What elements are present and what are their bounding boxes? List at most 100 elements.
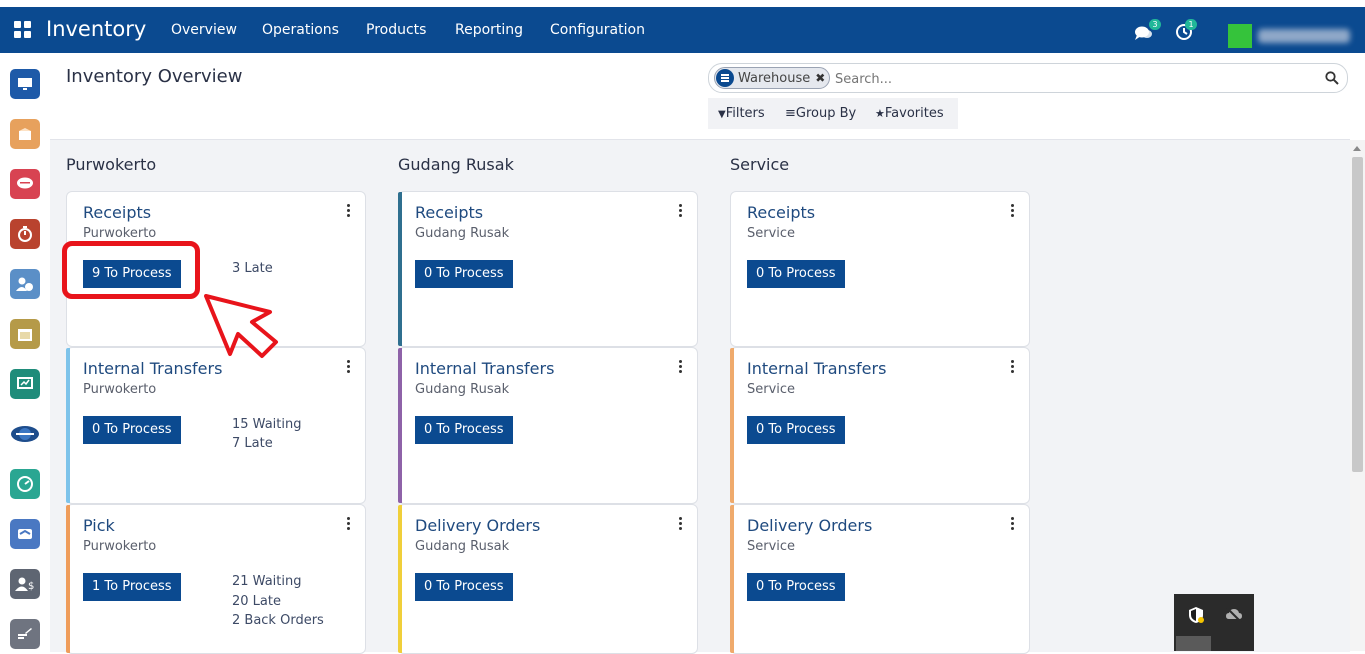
to-process-button[interactable]: 0 To Process [747,416,845,444]
filters-label: Filters [725,106,765,121]
chat-count-badge: 3 [1149,19,1161,30]
star-icon: ★ [875,107,885,120]
globe-icon[interactable] [10,419,40,449]
menu-overview[interactable]: Overview [171,22,237,38]
column-title-service: Service [730,155,790,174]
card-subtitle: Gudang Rusak [415,539,510,554]
menu-products[interactable]: Products [366,22,426,38]
late-link[interactable]: 3 Late [232,261,273,276]
card-title[interactable]: Internal Transfers [747,359,886,378]
kebab-menu-icon[interactable] [679,360,683,374]
search-options-bar: ▼Filters ≡Group By ★Favorites [708,98,958,129]
card-title[interactable]: Internal Transfers [83,359,222,378]
security-shield-icon[interactable] [1187,606,1205,624]
list-icon [716,69,734,87]
card-title[interactable]: Receipts [83,203,151,222]
group-by-button[interactable]: ≡Group By [785,106,856,121]
menu-reporting[interactable]: Reporting [455,22,523,38]
favorites-label: Favorites [884,106,944,121]
chat-bubble-icon[interactable] [10,169,40,199]
activity-clock-icon[interactable]: 1 [1175,19,1199,41]
user-dollar-icon[interactable]: $ [10,569,40,599]
to-process-button[interactable]: 0 To Process [747,260,845,288]
presentation-icon[interactable] [10,369,40,399]
operation-card[interactable]: Receipts Gudang Rusak 0 To Process [398,191,698,347]
remove-facet-icon[interactable]: ✖ [815,71,825,85]
kebab-menu-icon[interactable] [1011,360,1015,374]
user-name-blurred[interactable] [1258,29,1350,43]
kebab-menu-icon[interactable] [1011,517,1015,531]
user-avatar[interactable] [1228,24,1252,48]
back-orders-link[interactable]: 2 Back Orders [232,613,324,628]
card-color-bar [398,505,402,653]
scrollbar-thumb[interactable] [1352,157,1363,472]
to-process-button[interactable]: 0 To Process [415,573,513,601]
search-input[interactable] [833,68,1317,90]
edit-icon[interactable] [10,619,40,649]
waiting-link[interactable]: 21 Waiting [232,574,301,589]
app-sidebar: $ [0,53,50,651]
cloud-off-icon[interactable] [1225,606,1243,624]
highlight-annotation [62,241,200,299]
card-subtitle: Gudang Rusak [415,226,510,241]
menu-configuration[interactable]: Configuration [550,22,645,38]
kebab-menu-icon[interactable] [679,204,683,218]
card-color-bar [66,348,70,503]
scroll-up-arrow-icon[interactable] [1353,146,1361,151]
group-by-icon: ≡ [785,106,796,121]
card-subtitle: Service [747,226,796,241]
favorites-button[interactable]: ★Favorites [875,106,944,121]
kebab-menu-icon[interactable] [679,517,683,531]
tray-indicator [1176,636,1211,651]
card-title[interactable]: Delivery Orders [415,516,540,535]
kebab-menu-icon[interactable] [1011,204,1015,218]
operation-card[interactable]: Receipts Service 0 To Process [730,191,1030,347]
card-title[interactable]: Receipts [415,203,483,222]
filter-icon: ▼ [718,109,726,120]
stopwatch-icon[interactable] [10,219,40,249]
box-icon[interactable] [10,119,40,149]
top-navbar: Inventory Overview Operations Products R… [0,7,1365,53]
card-color-bar [730,348,734,503]
card-title[interactable]: Delivery Orders [747,516,872,535]
kebab-menu-icon[interactable] [347,360,351,374]
page-title: Inventory Overview [66,66,243,87]
chat-icon[interactable]: 3 [1134,19,1161,41]
card-color-bar [398,348,402,503]
gauge-icon[interactable] [10,469,40,499]
operation-card[interactable]: Delivery Orders Gudang Rusak 0 To Proces… [398,504,698,654]
card-title[interactable]: Pick [83,516,115,535]
kebab-menu-icon[interactable] [347,204,351,218]
facet-label: Warehouse [738,70,811,86]
search-facet-warehouse[interactable]: Warehouse ✖ [714,67,831,89]
monitor-icon[interactable] [10,69,40,99]
search-icon[interactable] [1325,71,1339,85]
handshake-icon[interactable] [10,519,40,549]
to-process-button[interactable]: 0 To Process [83,416,181,444]
top-strip [0,0,1365,7]
menu-operations[interactable]: Operations [262,22,339,38]
to-process-button[interactable]: 0 To Process [747,573,845,601]
operation-card[interactable]: Internal Transfers Service 0 To Process [730,347,1030,504]
operation-card[interactable]: Internal Transfers Gudang Rusak 0 To Pro… [398,347,698,504]
to-process-button[interactable]: 1 To Process [83,573,181,601]
operation-card[interactable]: Pick Purwokerto 1 To Process 21 Waiting … [66,504,366,654]
app-brand[interactable]: Inventory [46,17,146,41]
to-process-button[interactable]: 0 To Process [415,260,513,288]
operation-card[interactable]: Delivery Orders Service 0 To Process [730,504,1030,654]
card-title[interactable]: Internal Transfers [415,359,554,378]
employee-clock-icon[interactable] [10,269,40,299]
card-title[interactable]: Receipts [747,203,815,222]
late-link[interactable]: 7 Late [232,436,273,451]
card-subtitle: Service [747,382,796,397]
pointer-arrow-icon [204,294,278,358]
waiting-link[interactable]: 15 Waiting [232,417,301,432]
operation-card[interactable]: Internal Transfers Purwokerto 0 To Proce… [66,347,366,504]
late-link[interactable]: 20 Late [232,594,281,609]
kebab-menu-icon[interactable] [347,517,351,531]
filters-button[interactable]: ▼Filters [718,106,765,121]
calendar-icon[interactable] [10,319,40,349]
group-by-label: Group By [795,106,857,121]
apps-grid-icon[interactable] [14,21,32,39]
to-process-button[interactable]: 0 To Process [415,416,513,444]
